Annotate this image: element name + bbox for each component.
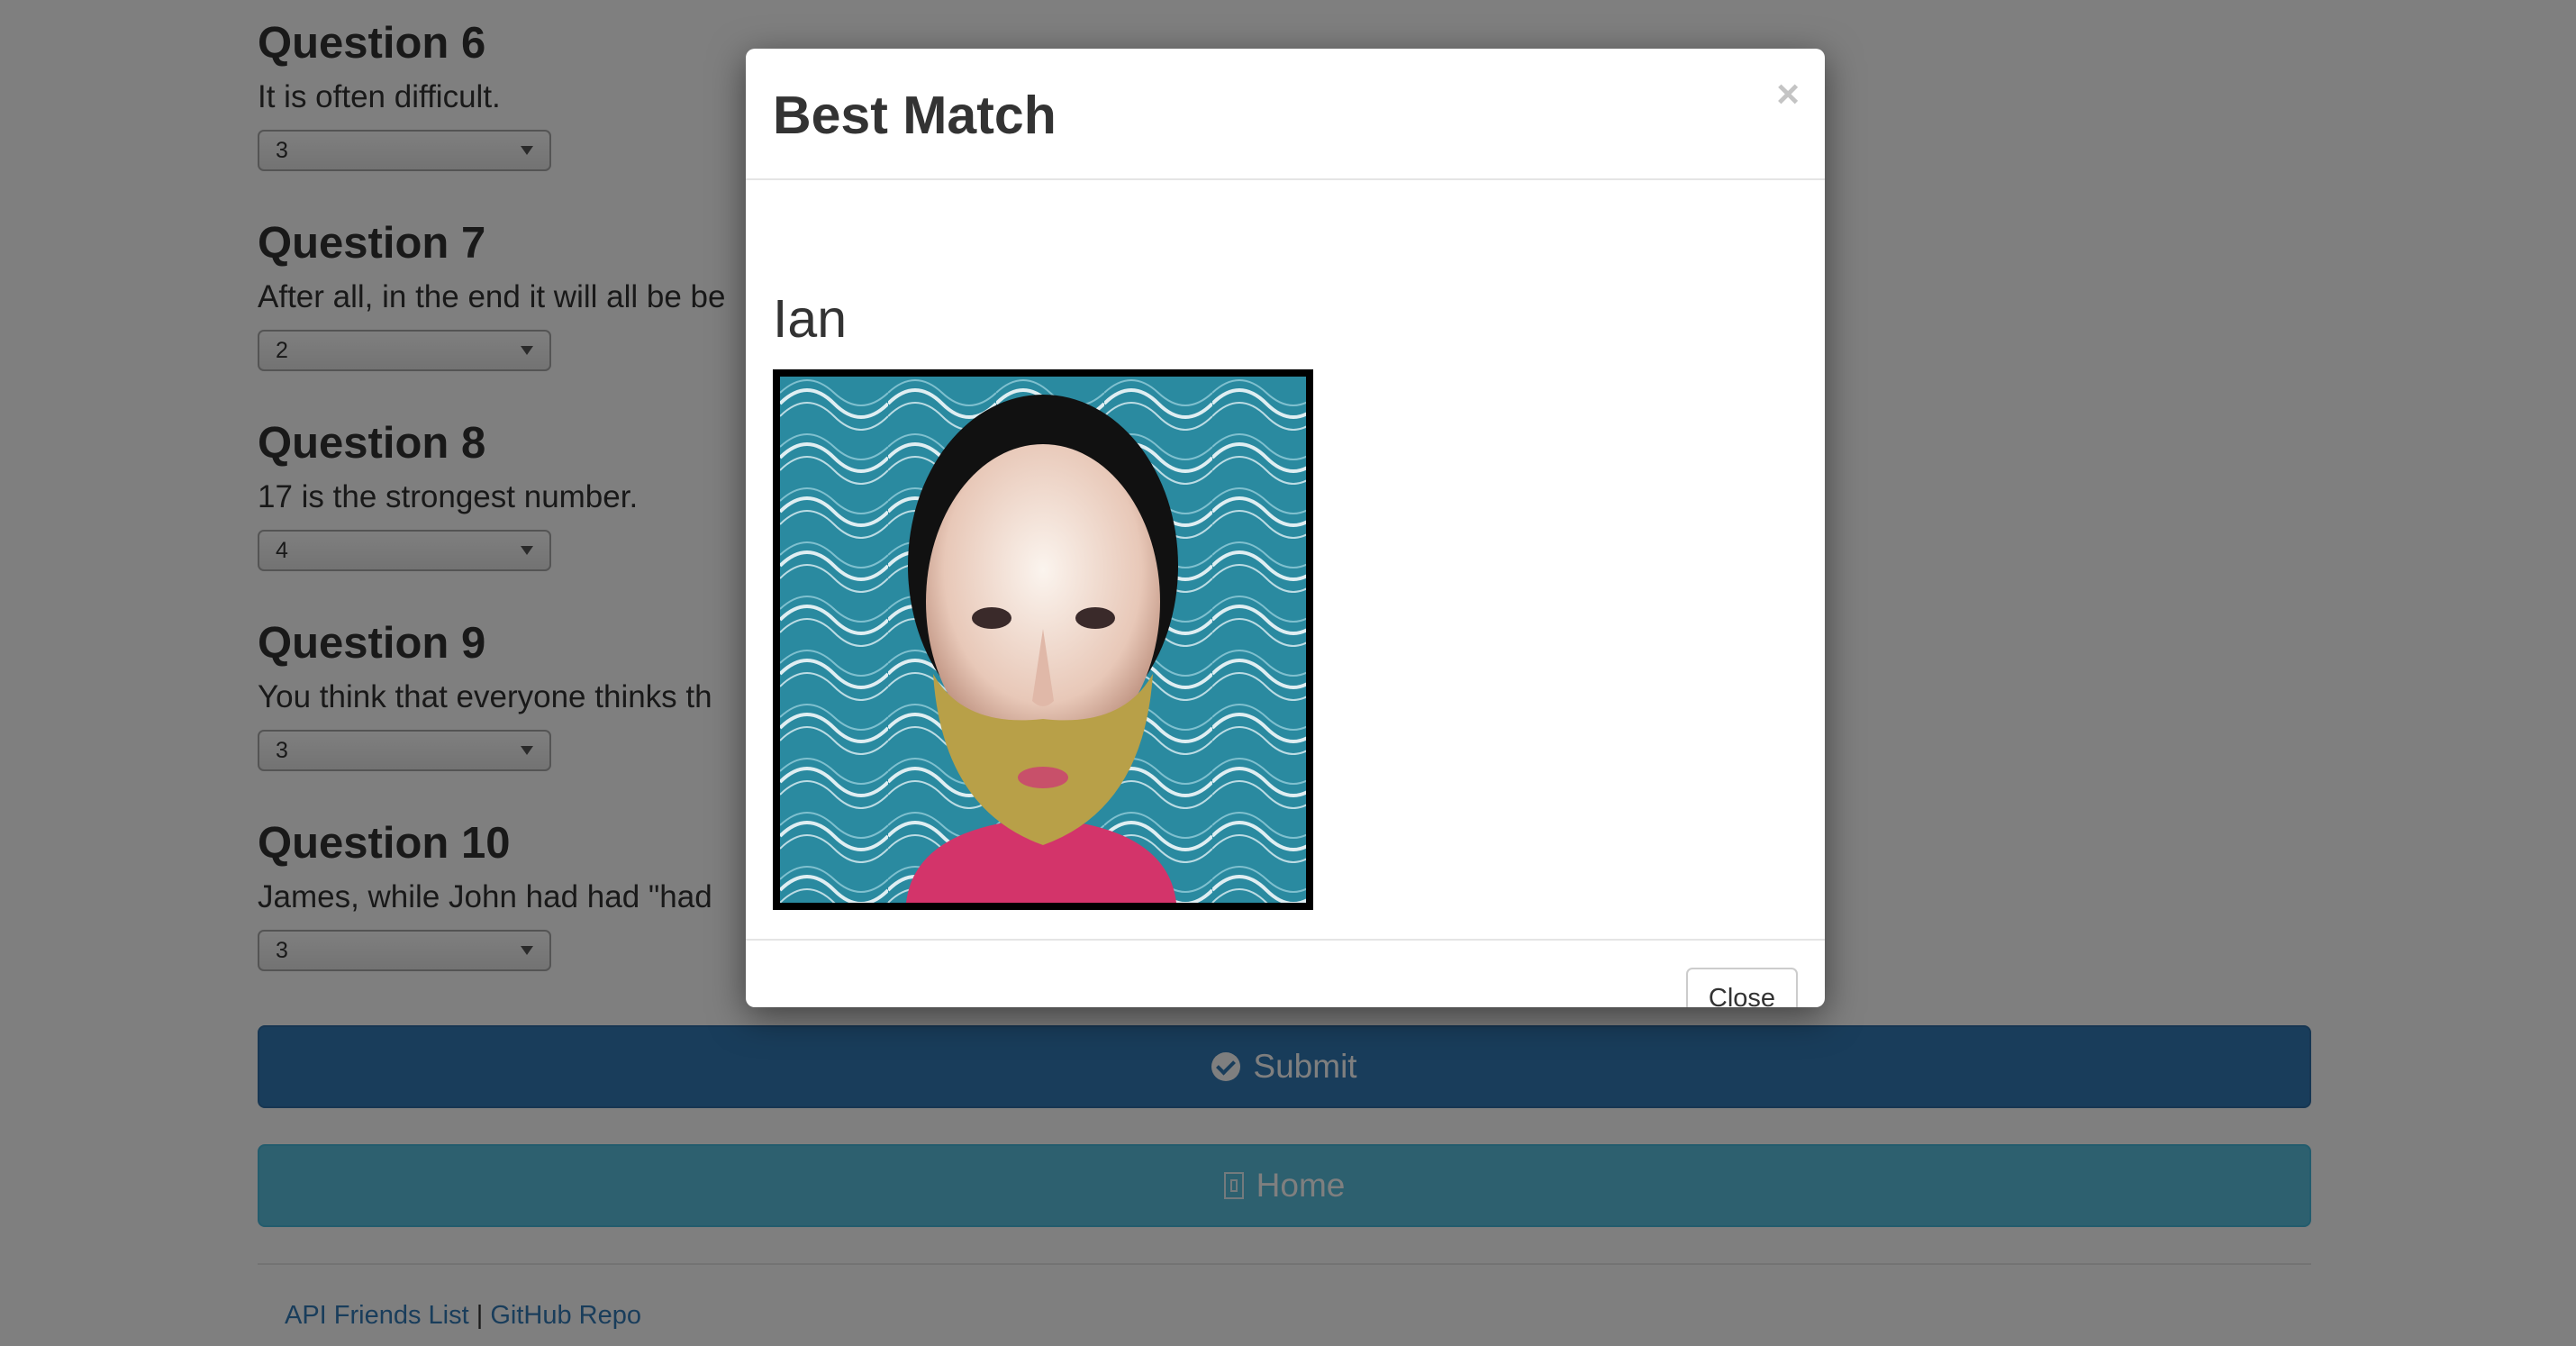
match-name: Ian [773,289,848,349]
match-photo [773,369,1313,910]
modal-body: Ian [746,180,1825,939]
close-button[interactable]: Close [1686,968,1798,1007]
portrait-image [780,377,1306,903]
modal-footer: Close [746,939,1825,1007]
modal-title: Best Match [773,86,1057,145]
close-icon[interactable]: × [1776,72,1800,117]
best-match-modal: Best Match × Ian Close [746,49,1825,1007]
modal-header: Best Match × [746,49,1825,180]
